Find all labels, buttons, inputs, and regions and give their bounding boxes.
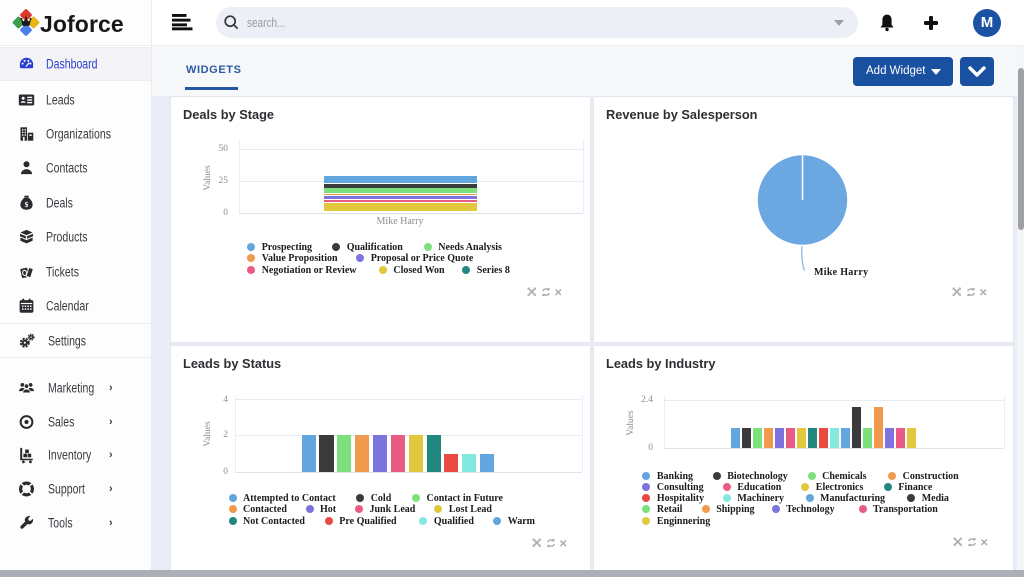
svg-text:$: $ bbox=[24, 200, 28, 209]
